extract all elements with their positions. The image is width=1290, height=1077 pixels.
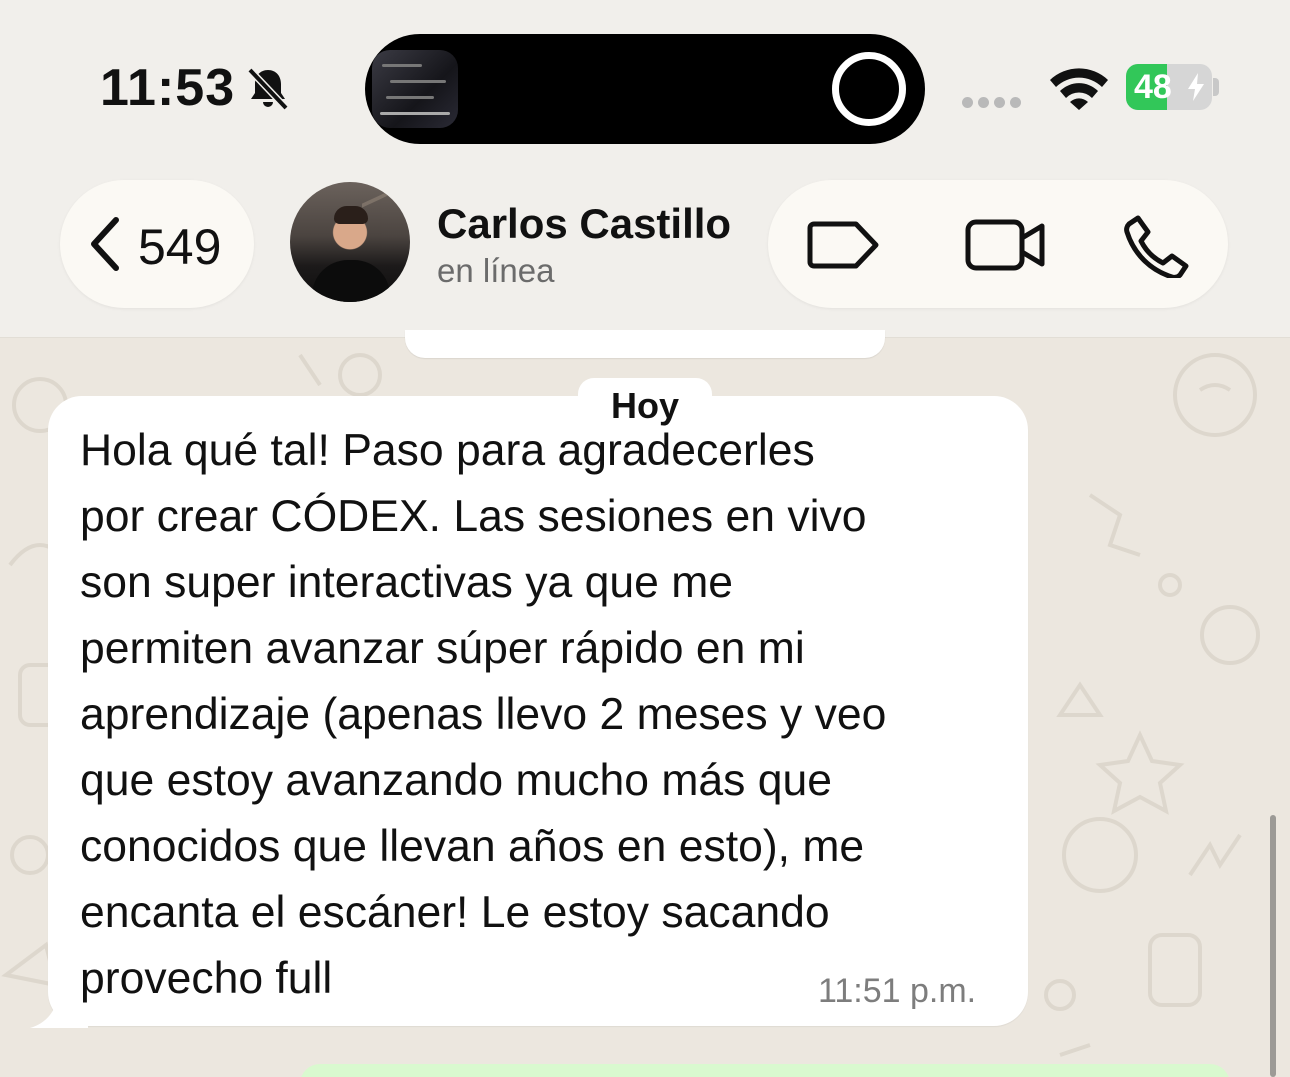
bell-muted-icon	[247, 67, 289, 111]
label-tag-icon[interactable]	[806, 218, 882, 272]
bubble-tail	[30, 982, 88, 1028]
wifi-icon	[1050, 68, 1108, 110]
unread-count: 549	[138, 219, 222, 275]
contact-avatar[interactable]	[290, 182, 410, 302]
battery-cap	[1213, 78, 1219, 96]
status-time: 11:53	[100, 59, 236, 117]
back-button[interactable]: 549	[60, 180, 254, 308]
contact-status: en línea	[437, 252, 555, 289]
charging-bolt-icon	[1188, 73, 1204, 101]
message-text[interactable]: Hola qué tal! Paso para agradecerles por…	[80, 418, 1010, 1012]
previous-message-bubble[interactable]	[405, 330, 885, 358]
battery-indicator: 48	[1126, 64, 1212, 110]
cellular-signal-icon	[962, 95, 1026, 113]
phone-call-icon[interactable]	[1122, 212, 1192, 278]
now-playing-thumbnail[interactable]	[372, 50, 458, 128]
video-call-icon[interactable]	[964, 218, 1048, 272]
activity-ring-icon	[832, 52, 906, 126]
message-timestamp: 11:51 p.m.	[818, 972, 977, 1010]
outgoing-message-bubble[interactable]	[300, 1064, 1230, 1077]
contact-name[interactable]: Carlos Castillo	[437, 200, 731, 248]
call-actions-group	[768, 180, 1228, 308]
chevron-left-icon	[91, 217, 119, 271]
scrollbar[interactable]	[1270, 815, 1276, 1077]
